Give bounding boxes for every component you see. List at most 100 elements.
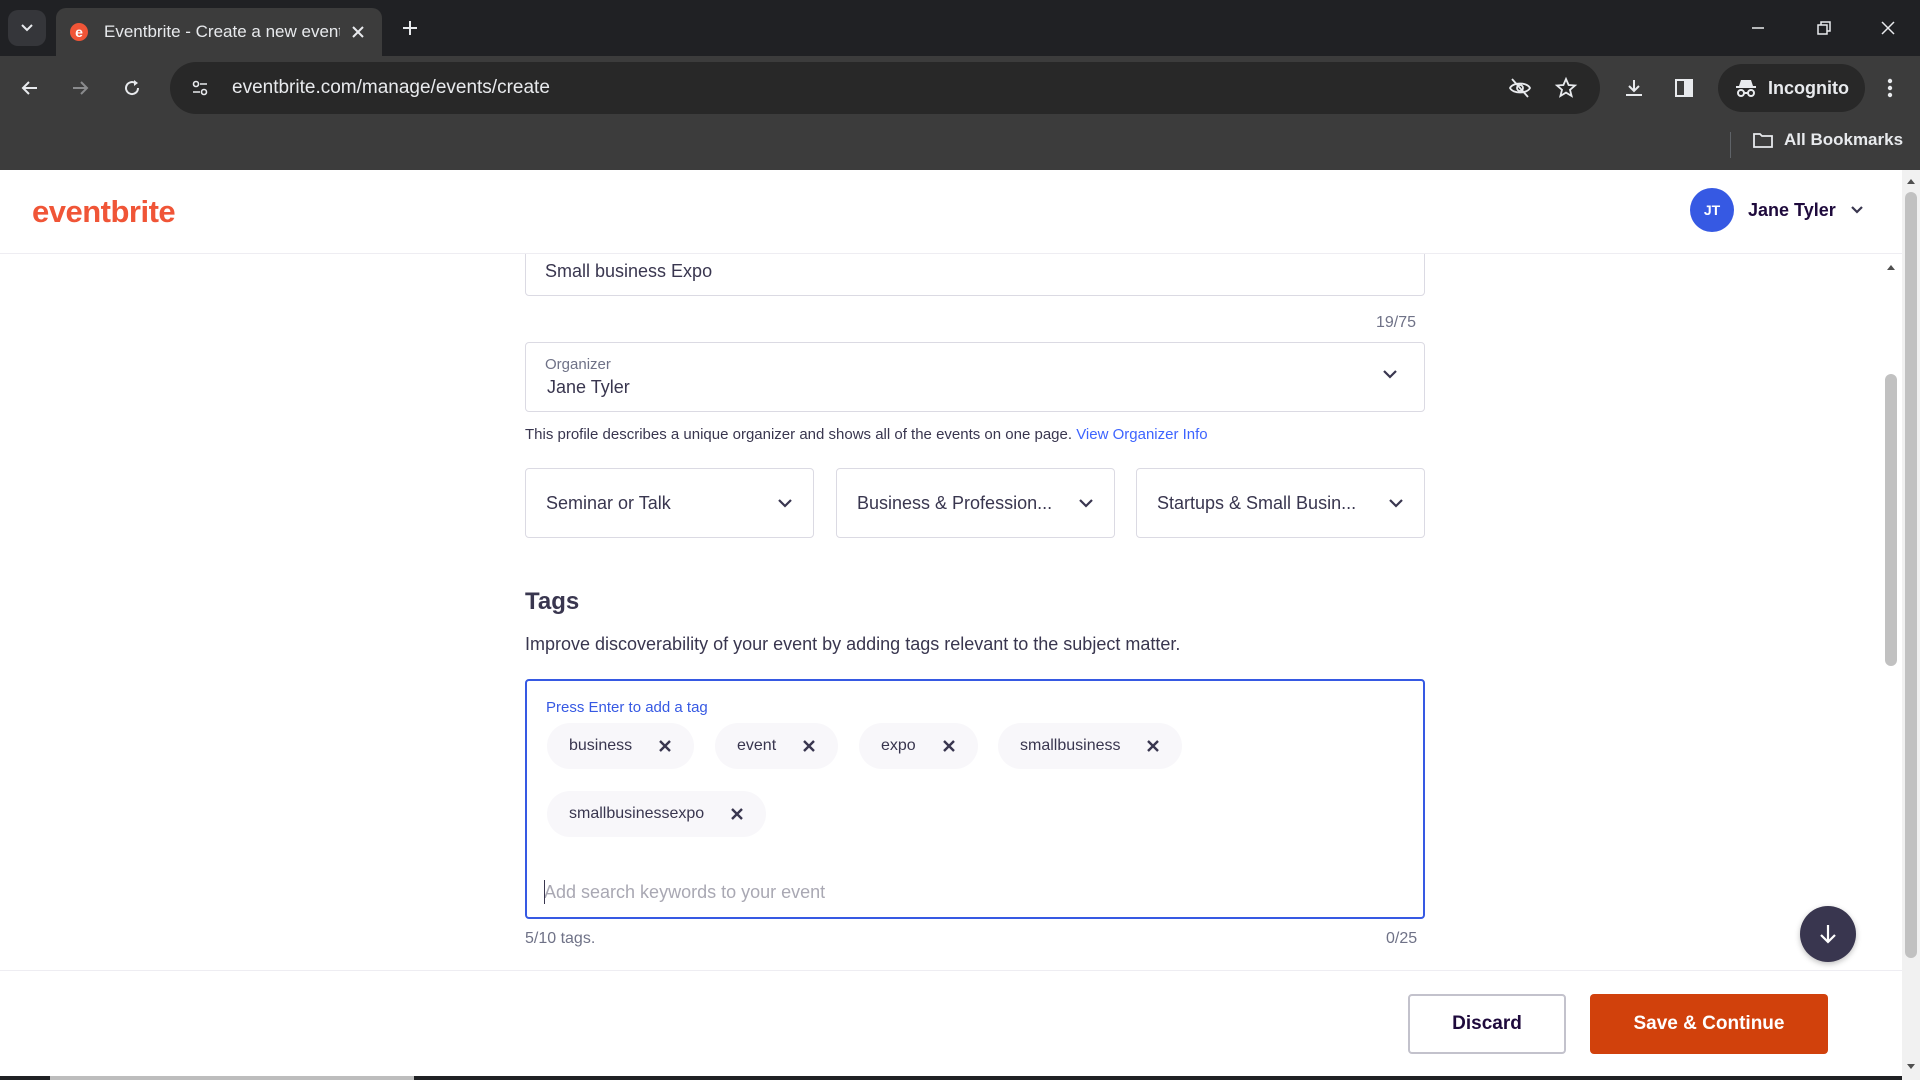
tag-chip-label: business xyxy=(569,737,633,754)
tag-char-counter: 0/25 xyxy=(1386,930,1418,947)
url-text: eventbrite.com/manage/events/create xyxy=(232,77,550,98)
tag-chip-label: event xyxy=(737,737,777,754)
all-bookmarks-label: All Bookmarks xyxy=(1784,130,1904,149)
close-icon[interactable] xyxy=(346,20,370,44)
plus-icon xyxy=(403,21,417,35)
incognito-badge[interactable]: Incognito xyxy=(1718,64,1865,112)
organizer-select[interactable]: Organizer Jane Tyler xyxy=(525,342,1425,412)
tags-input-box[interactable]: Press Enter to add a tag business event … xyxy=(525,679,1425,919)
user-name: Jane Tyler xyxy=(1748,199,1836,220)
bottom-edge-segment xyxy=(50,1076,414,1080)
scroll-up-arrow-icon[interactable] xyxy=(1886,262,1896,272)
page: eventbrite JT Jane Tyler Small business … xyxy=(0,170,1920,1080)
window-close-button[interactable] xyxy=(1868,10,1908,46)
restore-button[interactable] xyxy=(1804,10,1844,46)
eventbrite-logo[interactable]: eventbrite xyxy=(32,194,176,230)
incognito-icon xyxy=(1736,80,1756,97)
restore-icon xyxy=(1817,21,1831,35)
remove-tag-icon[interactable] xyxy=(658,739,672,753)
chevron-down-icon xyxy=(1850,205,1864,215)
eye-off-icon[interactable] xyxy=(1504,72,1536,104)
organizer-helper-text: This profile describes a unique organize… xyxy=(525,426,1073,443)
bookmarks-divider xyxy=(1730,132,1731,158)
tags-description: Improve discoverability of your event by… xyxy=(525,634,1181,654)
tag-count: 5/10 tags. xyxy=(525,930,596,947)
window-scrollbar[interactable] xyxy=(1902,170,1920,1080)
event-title-value: Small business Expo xyxy=(545,261,713,281)
site-header: eventbrite JT Jane Tyler xyxy=(0,170,1902,254)
window-close-icon xyxy=(1881,21,1895,35)
form-footer: Discard Save & Continue xyxy=(0,970,1902,1080)
remove-tag-icon[interactable] xyxy=(1146,739,1160,753)
browser-tab-active[interactable]: e Eventbrite - Create a new event xyxy=(56,8,382,56)
forward-button[interactable] xyxy=(60,68,100,108)
scroll-up-arrow-icon[interactable] xyxy=(1906,176,1916,186)
event-category-value: Business & Profession... xyxy=(857,492,1053,513)
all-bookmarks-button[interactable]: All Bookmarks xyxy=(1752,130,1903,150)
tab-list-icon xyxy=(21,24,33,32)
browser-toolbar: eventbrite.com/manage/events/create Inco… xyxy=(0,56,1920,120)
incognito-label: Incognito xyxy=(1768,77,1849,98)
window-scrollbar-thumb[interactable] xyxy=(1905,192,1917,958)
sidepanel-icon[interactable] xyxy=(1664,68,1704,108)
scroll-down-arrow-icon[interactable] xyxy=(1906,1062,1916,1072)
tab-strip: e Eventbrite - Create a new event xyxy=(0,0,1920,56)
back-icon xyxy=(21,81,37,95)
content-scrollbar[interactable] xyxy=(1880,254,1902,970)
tab-list-button[interactable] xyxy=(8,10,46,46)
reload-icon xyxy=(125,80,140,96)
text-caret xyxy=(544,880,545,904)
kebab-menu-icon[interactable] xyxy=(1870,68,1910,108)
bottom-edge-segment xyxy=(0,1076,50,1080)
svg-text:e: e xyxy=(75,24,83,40)
tag-chip: expo xyxy=(859,723,978,769)
event-title-field[interactable]: Small business Expo xyxy=(525,254,1425,296)
remove-tag-icon[interactable] xyxy=(730,807,744,821)
new-tab-button[interactable] xyxy=(394,12,426,44)
tags-heading: Tags xyxy=(525,588,580,615)
event-category-select[interactable]: Business & Profession... xyxy=(836,468,1115,538)
organizer-helper: This profile describes a unique organize… xyxy=(525,426,1208,443)
tag-chip-label: smallbusinessexpo xyxy=(569,805,705,822)
event-subcategory-value: Startups & Small Busin... xyxy=(1157,492,1357,513)
scrollbar-thumb[interactable] xyxy=(1885,374,1897,666)
organizer-value: Jane Tyler xyxy=(547,377,630,397)
address-bar[interactable]: eventbrite.com/manage/events/create xyxy=(170,62,1600,114)
folder-icon xyxy=(1753,133,1773,148)
event-type-select[interactable]: Seminar or Talk xyxy=(525,468,814,538)
tag-chip: smallbusinessexpo xyxy=(547,791,767,837)
remove-tag-icon[interactable] xyxy=(942,739,956,753)
tag-chip: smallbusiness xyxy=(998,723,1183,769)
site-info-icon[interactable] xyxy=(178,66,222,110)
chevron-down-icon xyxy=(777,497,793,509)
discard-button[interactable]: Discard xyxy=(1408,994,1566,1054)
scroll-down-button[interactable] xyxy=(1800,906,1856,962)
browser-chrome: e Eventbrite - Create a new event eventb… xyxy=(0,0,1920,170)
user-menu[interactable]: JT Jane Tyler xyxy=(1690,188,1864,232)
save-continue-button[interactable]: Save & Continue xyxy=(1590,994,1828,1054)
remove-tag-icon[interactable] xyxy=(802,739,816,753)
download-icon[interactable] xyxy=(1614,68,1654,108)
back-button[interactable] xyxy=(10,68,50,108)
event-subcategory-select[interactable]: Startups & Small Busin... xyxy=(1136,468,1425,538)
tag-chip: business xyxy=(547,723,695,769)
arrow-down-icon xyxy=(1820,925,1836,944)
chevron-down-icon xyxy=(1382,367,1398,385)
bottom-edge-segment xyxy=(414,1076,1902,1080)
tags-hint: Press Enter to add a tag xyxy=(546,699,708,716)
forward-icon xyxy=(73,81,89,95)
minimize-button[interactable] xyxy=(1738,10,1778,46)
form-content: Small business Expo 19/75 Organizer Jane… xyxy=(0,254,1880,970)
minimize-icon xyxy=(1752,27,1764,29)
chevron-down-icon xyxy=(1388,497,1404,509)
organizer-label: Organizer xyxy=(545,356,611,373)
tag-chip: event xyxy=(715,723,839,769)
tag-chip-label: smallbusiness xyxy=(1020,737,1121,754)
star-icon[interactable] xyxy=(1550,72,1582,104)
tag-keyword-input[interactable] xyxy=(544,877,1404,907)
reload-button[interactable] xyxy=(112,68,152,108)
view-organizer-info-link[interactable]: View Organizer Info xyxy=(1076,426,1207,443)
title-char-counter: 19/75 xyxy=(1376,314,1417,331)
avatar: JT xyxy=(1690,188,1734,232)
event-type-value: Seminar or Talk xyxy=(546,492,671,513)
